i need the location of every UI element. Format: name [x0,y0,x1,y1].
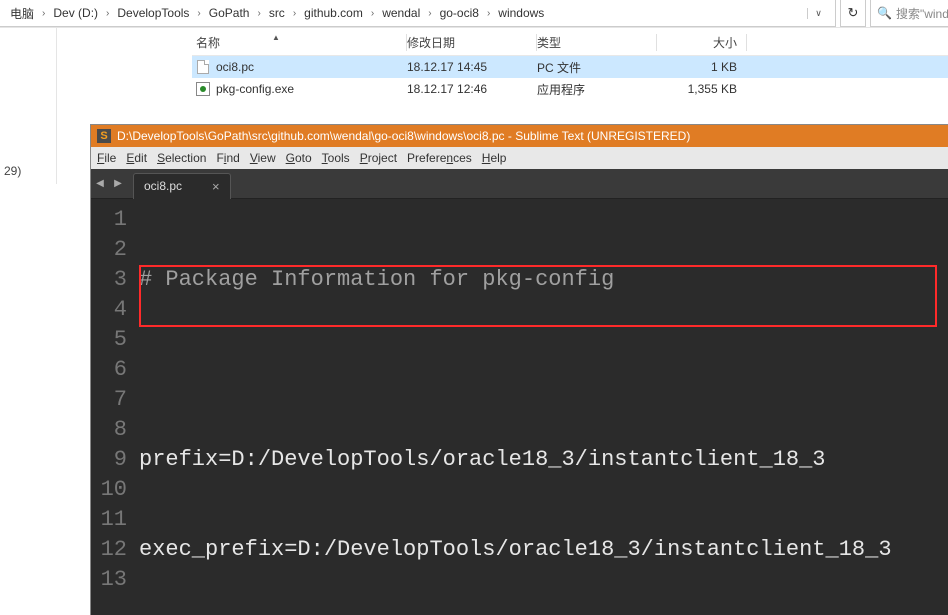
col-header-date-label: 修改日期 [407,36,455,50]
refresh-button[interactable]: ↻ [840,0,866,27]
tab-bar: ◀ ▶ oci8.pc × [91,169,948,199]
crumb-seg[interactable]: DevelopTools [113,6,193,20]
menu-file[interactable]: File [97,151,116,165]
code-line: prefix=D:/DevelopTools/oracle18_3/instan… [139,445,948,475]
explorer-sidebar: 29) [0,28,57,184]
chevron-right-icon: › [426,8,433,19]
column-headers[interactable]: 名称 ▲ 修改日期 类型 大小 [192,30,948,56]
chevron-right-icon: › [104,8,111,19]
file-name: oci8.pc [216,60,254,74]
menu-help[interactable]: Help [482,151,507,165]
menu-goto[interactable]: Goto [286,151,312,165]
col-header-name-label: 名称 [196,36,220,50]
col-header-type-label: 类型 [537,36,561,50]
sublime-window: S D:\DevelopTools\GoPath\src\github.com\… [91,125,948,615]
crumb-seg[interactable]: github.com [300,6,367,20]
file-date: 18.12.17 12:46 [407,82,537,96]
crumb-seg[interactable]: wendal [378,6,424,20]
chevron-right-icon: › [291,8,298,19]
crumb-seg[interactable]: src [265,6,289,20]
file-icon [196,60,210,74]
editor-tab[interactable]: oci8.pc × [133,173,231,199]
chevron-right-icon: › [485,8,492,19]
chevron-right-icon: › [195,8,202,19]
window-titlebar[interactable]: S D:\DevelopTools\GoPath\src\github.com\… [91,125,948,147]
crumb-seg[interactable]: go-oci8 [436,6,483,20]
chevron-right-icon: › [40,8,47,19]
editor-area[interactable]: 1234567 8910111213 # Package Information… [91,199,948,615]
file-size: 1 KB [657,60,747,74]
crumb-seg[interactable]: GoPath [205,6,254,20]
exe-icon [196,82,210,96]
col-header-date[interactable]: 修改日期 [407,34,537,51]
menu-bar: File Edit Selection Find View Goto Tools… [91,147,948,169]
file-type: PC 文件 [537,59,657,76]
chevron-right-icon: › [369,8,376,19]
file-size: 1,355 KB [657,82,747,96]
col-header-size-label: 大小 [713,36,737,50]
menu-tools[interactable]: Tools [322,151,350,165]
col-header-type[interactable]: 类型 [537,34,657,51]
file-date: 18.12.17 14:45 [407,60,537,74]
crumb-drive[interactable]: Dev (D:) [49,6,102,20]
menu-view[interactable]: View [250,151,276,165]
window-title: D:\DevelopTools\GoPath\src\github.com\we… [117,129,690,143]
menu-find[interactable]: Find [216,151,239,165]
breadcrumb-path[interactable]: 电脑 › Dev (D:) › DevelopTools › GoPath › … [0,0,836,27]
code-line [139,355,948,385]
breadcrumb-dropdown-icon[interactable]: ∨ [807,8,829,19]
close-icon[interactable]: × [212,179,220,194]
code-content[interactable]: # Package Information for pkg-config pre… [139,199,948,615]
code-line: exec_prefix=D:/DevelopTools/oracle18_3/i… [139,535,948,565]
chevron-right-icon: › [255,8,262,19]
file-name: pkg-config.exe [216,82,294,96]
col-header-size[interactable]: 大小 [657,34,747,51]
code-line: # Package Information for pkg-config [139,267,614,292]
sublime-logo-icon: S [97,129,111,143]
search-icon: 🔍 [877,6,892,20]
col-header-name[interactable]: 名称 ▲ [192,34,407,51]
line-gutter: 1234567 8910111213 [91,199,139,615]
refresh-icon: ↻ [848,5,859,21]
nav-forward-icon[interactable]: ▶ [109,178,127,189]
crumb-seg[interactable]: windows [494,6,548,20]
sidebar-snippet: 29) [4,164,52,178]
file-type: 应用程序 [537,81,657,98]
nav-back-icon[interactable]: ◀ [91,178,109,189]
menu-project[interactable]: Project [360,151,397,165]
search-placeholder: 搜索"window [896,5,948,22]
search-input[interactable]: 🔍 搜索"window [870,0,948,27]
menu-edit[interactable]: Edit [126,151,147,165]
file-row[interactable]: pkg-config.exe 18.12.17 12:46 应用程序 1,355… [192,78,948,100]
tab-label: oci8.pc [144,179,182,193]
menu-selection[interactable]: Selection [157,151,206,165]
file-row[interactable]: oci8.pc 18.12.17 14:45 PC 文件 1 KB [192,56,948,78]
menu-preferences[interactable]: Preferences [407,151,472,165]
breadcrumb-bar: 电脑 › Dev (D:) › DevelopTools › GoPath › … [0,0,948,28]
sort-asc-icon: ▲ [272,33,280,42]
crumb-root[interactable]: 电脑 [6,5,38,22]
